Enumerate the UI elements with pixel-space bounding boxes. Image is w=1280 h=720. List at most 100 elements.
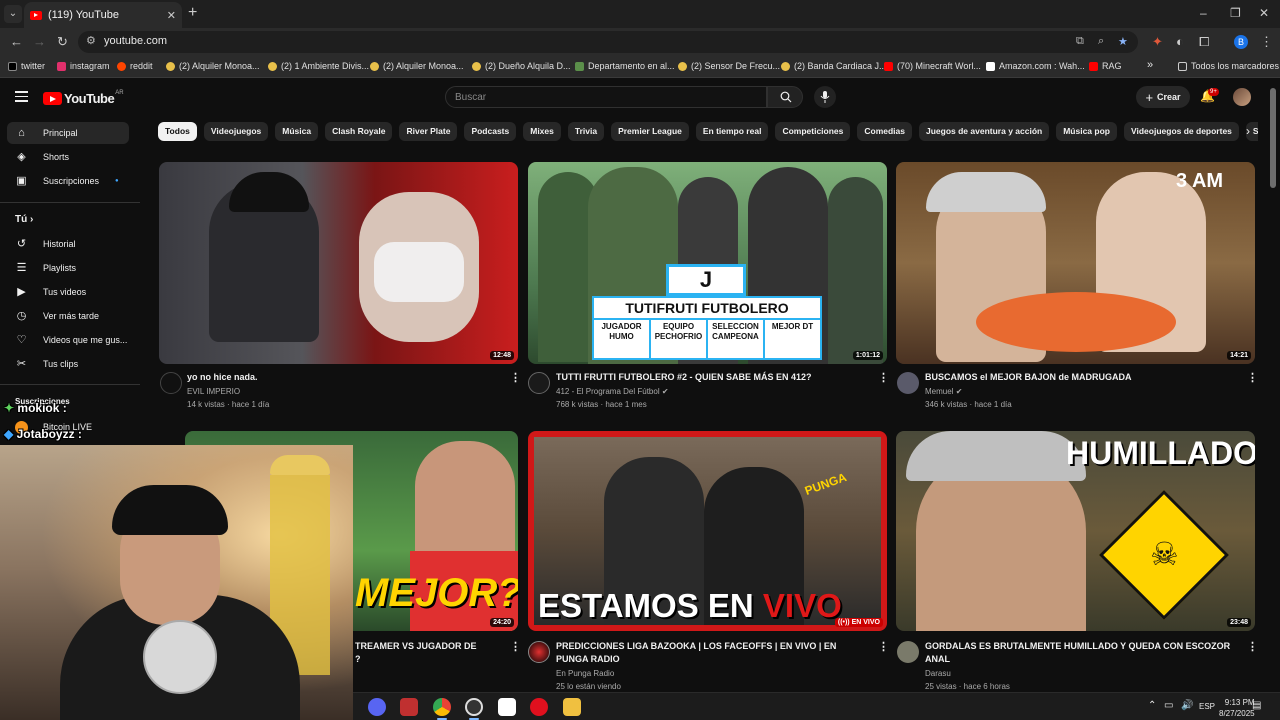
sidebar-item-principal[interactable]: ⌂ Principal — [7, 122, 129, 144]
extensions-puzzle-icon[interactable]: ⧠ — [1199, 34, 1209, 50]
bookmarks-more-icon[interactable]: » — [1147, 59, 1153, 71]
more-options-icon[interactable]: ⋮ — [510, 640, 521, 653]
search-input[interactable] — [455, 92, 755, 103]
bookmark-item[interactable]: (70) Minecraft Worl... — [884, 61, 981, 71]
chip[interactable]: Podcasts — [464, 122, 517, 141]
zoom-icon[interactable]: ⌕ — [1098, 35, 1104, 48]
channel-name[interactable]: 412 - El Programa Del Fútbol ✔ — [556, 385, 669, 398]
menu-icon[interactable] — [15, 91, 28, 105]
sidebar-item-shorts[interactable]: ◈ Shorts — [7, 146, 129, 168]
chip[interactable]: Música — [275, 122, 319, 141]
bookmark-item[interactable]: (2) Dueño Alquila D... — [472, 61, 571, 71]
sidebar-item-suscripciones[interactable]: ▣ Suscripciones ● — [7, 170, 129, 192]
chips-next-icon[interactable]: › — [1246, 124, 1250, 138]
channel-avatar[interactable] — [160, 372, 182, 394]
bookmark-item[interactable]: (2) Alquiler Monoa... — [166, 61, 260, 71]
voice-search-button[interactable] — [814, 86, 836, 108]
address-bar[interactable]: ⚙ youtube.com ⧉ ⌕ ★ — [78, 31, 1138, 53]
sidebar-item-clips[interactable]: ✂ Tus clips — [7, 353, 129, 375]
extension2-icon[interactable]: ◐ — [1176, 34, 1184, 49]
page-scrollbar[interactable] — [1270, 88, 1276, 188]
bookmark-item[interactable]: instagram — [57, 61, 110, 71]
chip[interactable]: En tiempo real — [695, 122, 769, 141]
bookmark-star-icon[interactable]: ★ — [1118, 35, 1128, 48]
video-thumbnail[interactable]: PUNGA ESTAMOS EN VIVO ((•)) EN VIVO — [528, 431, 887, 631]
chip[interactable]: Mixes — [523, 122, 561, 141]
chip[interactable]: Clash Royale — [325, 122, 393, 141]
bookmark-item[interactable]: twitter — [8, 61, 45, 71]
channel-name[interactable]: Memuel ✔ — [925, 385, 962, 398]
network-icon[interactable]: ▭ — [1164, 700, 1173, 711]
tab-search-icon[interactable]: ⌄ — [4, 5, 22, 23]
browser-menu-icon[interactable]: ⋮ — [1260, 34, 1273, 50]
sidebar-item-historial[interactable]: ↺ Historial — [7, 233, 129, 255]
sidebar-item-tus-videos[interactable]: ▶ Tus videos — [7, 281, 129, 303]
extension-icon[interactable]: ✦ — [1152, 34, 1163, 50]
sidebar-item-playlists[interactable]: ☰ Playlists — [7, 257, 129, 279]
video-thumbnail[interactable]: 12:48 — [159, 162, 518, 364]
chip[interactable]: Comedias — [857, 122, 912, 141]
video-thumbnail[interactable]: 3 AM 14:21 — [896, 162, 1255, 364]
channel-avatar[interactable] — [897, 372, 919, 394]
cast-icon[interactable]: ⧉ — [1076, 35, 1084, 48]
site-info-icon[interactable]: ⚙ — [86, 34, 96, 47]
video-thumbnail[interactable]: J TUTIFRUTI FUTBOLERO JUGADOR HUMO EQUIP… — [528, 162, 887, 364]
discord-icon[interactable] — [368, 698, 386, 716]
window-close-icon[interactable]: ✕ — [1259, 6, 1269, 20]
create-button[interactable]: + Crear — [1136, 86, 1190, 108]
language-indicator[interactable]: ESP — [1199, 702, 1215, 711]
channel-avatar[interactable] — [528, 372, 550, 394]
forward-icon[interactable]: → — [33, 34, 46, 49]
channel-name[interactable]: En Punga Radio — [556, 667, 614, 680]
video-editor-icon[interactable] — [400, 698, 418, 716]
bookmark-item[interactable]: (2) Alquiler Monoa... — [370, 61, 464, 71]
chip[interactable]: Premier League — [611, 122, 689, 141]
video-title[interactable]: BUSCAMOS el MEJOR BAJON de MADRUGADA — [925, 371, 1235, 384]
chip[interactable]: Juegos de aventura y acción — [919, 122, 1050, 141]
reload-icon[interactable]: ↻ — [57, 34, 68, 50]
tray-overflow-icon[interactable]: ⌃ — [1148, 700, 1156, 711]
app-icon[interactable] — [498, 698, 516, 716]
chip[interactable]: Competiciones — [775, 122, 851, 141]
channel-avatar[interactable] — [897, 641, 919, 663]
more-options-icon[interactable]: ⋮ — [878, 640, 889, 653]
more-options-icon[interactable]: ⋮ — [1247, 640, 1258, 653]
all-bookmarks[interactable]: Todos los marcadores — [1178, 61, 1279, 71]
user-avatar[interactable] — [1233, 88, 1251, 106]
video-title[interactable]: yo no hice nada. — [187, 371, 497, 384]
opera-icon[interactable] — [530, 698, 548, 716]
chip[interactable]: Música pop — [1056, 122, 1117, 141]
chip[interactable]: Videojuegos de deportes — [1123, 122, 1239, 141]
chip[interactable]: Trivia — [567, 122, 605, 141]
bookmark-item[interactable]: (2) Sensor De Frecu... — [678, 61, 780, 71]
more-options-icon[interactable]: ⋮ — [510, 371, 521, 384]
chip[interactable]: Videojuegos — [203, 122, 269, 141]
new-tab-icon[interactable]: + — [188, 5, 197, 21]
tab-youtube[interactable]: (119) YouTube ✕ — [24, 2, 182, 28]
search-button[interactable] — [767, 86, 803, 108]
minimize-icon[interactable]: – — [1200, 6, 1207, 20]
channel-avatar[interactable] — [528, 641, 550, 663]
more-options-icon[interactable]: ⋮ — [878, 371, 889, 384]
sidebar-item-liked[interactable]: ♡ Videos que me gus... — [7, 329, 129, 351]
volume-icon[interactable]: 🔊 — [1181, 700, 1193, 711]
video-title[interactable]: PREDICCIONES LIGA BAZOOKA | LOS FACEOFFS… — [556, 640, 871, 666]
chip[interactable]: Todos — [158, 122, 197, 141]
system-clock[interactable]: 9:13 PM 8/27/2025 — [1219, 697, 1255, 719]
video-title[interactable]: TREAMER VS JUGADOR DE? — [355, 640, 510, 666]
bookmark-item[interactable]: Departamento en al... — [575, 61, 675, 71]
video-thumbnail[interactable]: ☠ HUMILLADO 23:48 — [896, 431, 1255, 631]
back-icon[interactable]: ← — [10, 34, 23, 49]
more-options-icon[interactable]: ⋮ — [1247, 371, 1258, 384]
video-title[interactable]: TUTTI FRUTTI FUTBOLERO #2 - QUIEN SABE M… — [556, 371, 866, 384]
youtube-logo[interactable]: YouTube AR — [43, 90, 124, 106]
tab-close-icon[interactable]: ✕ — [167, 9, 176, 22]
obs-icon[interactable] — [465, 698, 483, 716]
chrome-icon[interactable] — [433, 698, 451, 716]
bookmark-item[interactable]: (2) Banda Cardiaca J... — [781, 61, 887, 71]
profile-avatar[interactable]: B — [1234, 35, 1248, 49]
restore-icon[interactable]: ❐ — [1230, 6, 1241, 20]
sidebar-you-heading[interactable]: Tú › — [15, 214, 33, 225]
chip[interactable]: River Plate — [399, 122, 458, 141]
bookmark-item[interactable]: Amazon.com : Wah... — [986, 61, 1085, 71]
